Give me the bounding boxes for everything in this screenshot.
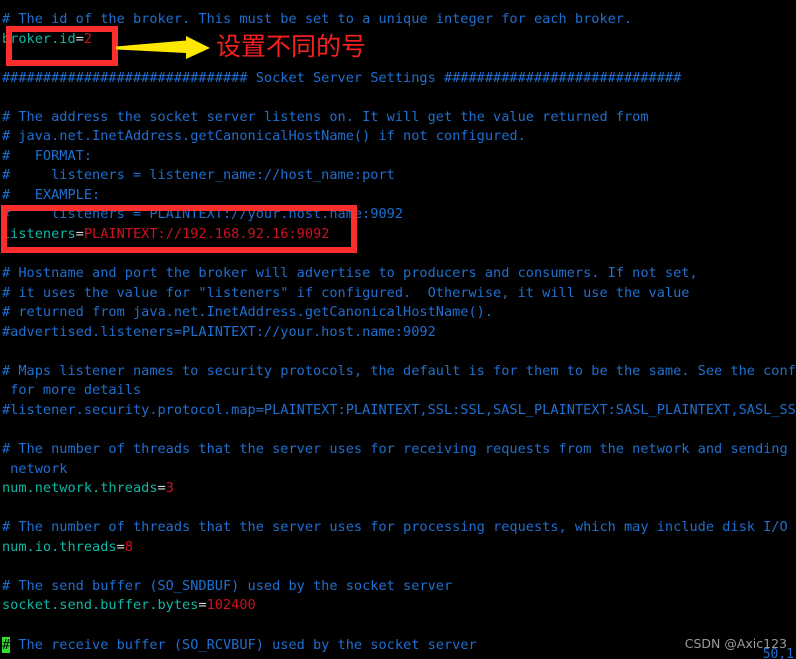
- config-equals: =: [157, 480, 166, 497]
- config-file-text[interactable]: # The id of the broker. This must be set…: [2, 10, 796, 655]
- terminal-window[interactable]: # The id of the broker. This must be set…: [0, 0, 796, 659]
- code-line: broker.id=2: [2, 30, 796, 50]
- text-cursor: #: [2, 636, 11, 653]
- comment-text: #listener.security.protocol.map=PLAINTEX…: [2, 401, 796, 418]
- config-key: broker.id: [2, 30, 76, 47]
- comment-text: # java.net.InetAddress.getCanonicalHostN…: [2, 128, 526, 145]
- code-line: network: [2, 460, 796, 480]
- code-line: # listeners = PLAINTEXT://your.host.name…: [2, 205, 796, 225]
- code-line: for more details: [2, 381, 796, 401]
- code-line: # java.net.InetAddress.getCanonicalHostN…: [2, 127, 796, 147]
- code-line: # The send buffer (SO_SNDBUF) used by th…: [2, 577, 796, 597]
- code-line: # FORMAT:: [2, 147, 796, 167]
- code-line: # The address the socket server listens …: [2, 108, 796, 128]
- config-value: PLAINTEXT://192.168.92.16:9092: [83, 226, 330, 243]
- comment-text: # it uses the value for "listeners" if c…: [2, 284, 690, 301]
- config-key: num.network.threads: [2, 480, 158, 497]
- comment-text: #advertised.listeners=PLAINTEXT://your.h…: [2, 323, 436, 340]
- comment-text: # returned from java.net.InetAddress.get…: [2, 304, 494, 321]
- config-equals: =: [75, 30, 84, 47]
- code-line: #listener.security.protocol.map=PLAINTEX…: [2, 401, 796, 421]
- code-line: listeners=PLAINTEXT://192.168.92.16:9092: [2, 225, 796, 245]
- code-line: # EXAMPLE:: [2, 186, 796, 206]
- comment-text: # The address the socket server listens …: [2, 108, 649, 125]
- code-line: # returned from java.net.InetAddress.get…: [2, 303, 796, 323]
- code-line: socket.send.buffer.bytes=102400: [2, 596, 796, 616]
- comment-text: for more details: [2, 382, 142, 399]
- code-line: # The receive buffer (SO_RCVBUF) used by…: [2, 636, 796, 656]
- comment-text: # listeners = listener_name://host_name:…: [2, 167, 395, 184]
- comment-text: # The id of the broker. This must be set…: [2, 11, 633, 27]
- code-line: # Hostname and port the broker will adve…: [2, 264, 796, 284]
- comment-text: The receive buffer (SO_RCVBUF) used by t…: [10, 636, 477, 653]
- comment-text: # Hostname and port the broker will adve…: [2, 265, 698, 282]
- comment-text: # Maps listener names to security protoc…: [2, 362, 796, 379]
- config-value: 3: [165, 480, 174, 497]
- comment-text: # The number of threads that the server …: [2, 519, 788, 536]
- config-value: 2: [83, 30, 93, 47]
- config-key: listeners: [2, 226, 76, 243]
- config-value: 8: [124, 538, 133, 555]
- comment-text: # EXAMPLE:: [2, 186, 101, 203]
- comment-text: network: [2, 460, 68, 477]
- cursor-position-indicator: 50,1: [762, 647, 794, 659]
- code-line: # The number of threads that the server …: [2, 440, 796, 460]
- config-value: 102400: [206, 597, 256, 614]
- config-equals: =: [198, 597, 207, 614]
- code-line: ############################## Socket Se…: [2, 69, 796, 89]
- comment-text: ############################## Socket Se…: [2, 69, 682, 86]
- code-line: # The number of threads that the server …: [2, 518, 796, 538]
- code-line: num.network.threads=3: [2, 479, 796, 499]
- code-line: #advertised.listeners=PLAINTEXT://your.h…: [2, 323, 796, 343]
- config-key: num.io.threads: [2, 538, 117, 555]
- code-line: # it uses the value for "listeners" if c…: [2, 284, 796, 304]
- comment-text: # listeners = PLAINTEXT://your.host.name…: [2, 206, 404, 223]
- code-line: # The id of the broker. This must be set…: [2, 10, 796, 30]
- comment-text: # The send buffer (SO_SNDBUF) used by th…: [2, 577, 453, 594]
- code-line: # listeners = listener_name://host_name:…: [2, 166, 796, 186]
- code-line: num.io.threads=8: [2, 538, 796, 558]
- config-equals: =: [75, 226, 84, 243]
- code-line: # Maps listener names to security protoc…: [2, 362, 796, 382]
- annotation-chinese-note: 设置不同的号: [216, 32, 367, 61]
- comment-text: # The number of threads that the server …: [2, 441, 796, 458]
- config-equals: =: [116, 538, 125, 555]
- comment-text: # FORMAT:: [2, 147, 93, 164]
- config-key: socket.send.buffer.bytes: [2, 597, 199, 614]
